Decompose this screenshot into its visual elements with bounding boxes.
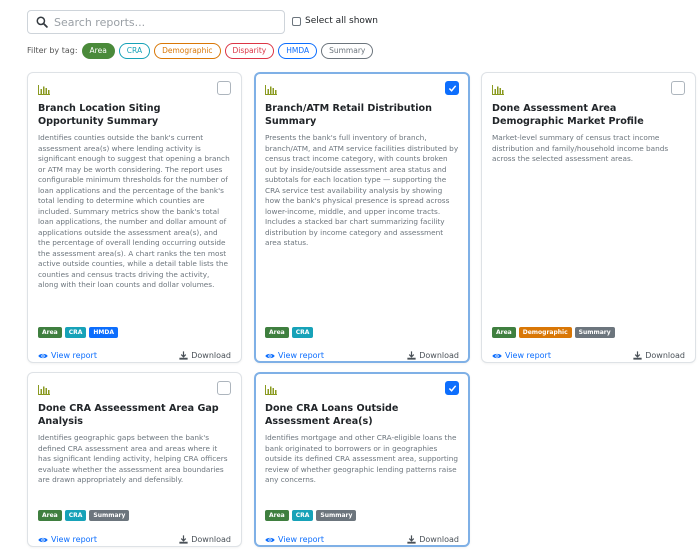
tag-badge: Area bbox=[38, 510, 62, 521]
view-report-link[interactable]: View report bbox=[265, 351, 324, 360]
report-card[interactable]: Branch/ATM Retail Distribution Summary P… bbox=[254, 72, 470, 363]
tag-badge: Summary bbox=[316, 510, 357, 521]
report-description: Identifies counties outside the bank's c… bbox=[38, 133, 230, 289]
tag-badge: CRA bbox=[64, 327, 87, 338]
search-icon bbox=[36, 16, 48, 28]
report-tags: Area Demographic Summary bbox=[492, 327, 618, 338]
bar-chart-icon bbox=[38, 85, 50, 95]
view-report-link[interactable]: View report bbox=[38, 535, 97, 544]
download-label: Download bbox=[419, 535, 459, 544]
download-link[interactable]: Download bbox=[179, 351, 231, 360]
report-title: Branch Location Siting Opportunity Summa… bbox=[38, 103, 161, 127]
search-box[interactable] bbox=[27, 10, 285, 34]
tag-badge: Area bbox=[265, 510, 289, 521]
tag-badge: Area bbox=[38, 327, 62, 338]
report-title: Done CRA Asseessment Area Gap Analysis bbox=[38, 403, 219, 427]
tag-badge: CRA bbox=[291, 510, 314, 521]
tag-badge: Demographic bbox=[518, 327, 572, 338]
bar-chart-icon bbox=[492, 85, 504, 95]
filter-tag-demographic[interactable]: Demographic bbox=[154, 42, 221, 59]
filter-tag-disparity[interactable]: Disparity bbox=[224, 42, 275, 59]
view-report-label: View report bbox=[278, 535, 324, 544]
report-tags: Area CRA bbox=[265, 327, 316, 338]
eye-icon bbox=[492, 353, 502, 358]
eye-icon bbox=[38, 353, 48, 358]
view-report-label: View report bbox=[505, 351, 551, 360]
bar-chart-icon bbox=[38, 385, 50, 395]
report-description: Market-level summary of census tract inc… bbox=[492, 133, 669, 163]
tag-badge: HMDA bbox=[89, 327, 119, 338]
select-all-toggle[interactable]: Select all shown bbox=[292, 16, 378, 26]
view-report-link[interactable]: View report bbox=[265, 535, 324, 544]
report-title: Done Assessment Area Demographic Market … bbox=[492, 103, 644, 127]
download-label: Download bbox=[419, 351, 459, 360]
report-actions: View report Download bbox=[265, 535, 459, 544]
filter-label: Filter by tag: bbox=[27, 46, 78, 55]
report-actions: View report Download bbox=[492, 351, 685, 360]
eye-icon bbox=[265, 537, 275, 542]
download-label: Download bbox=[645, 351, 685, 360]
report-title: Branch/ATM Retail Distribution Summary bbox=[265, 103, 432, 127]
view-report-label: View report bbox=[278, 351, 324, 360]
report-actions: View report Download bbox=[38, 535, 231, 544]
report-tags: Area CRA Summary bbox=[38, 510, 132, 521]
download-link[interactable]: Download bbox=[633, 351, 685, 360]
filter-tag-hmda[interactable]: HMDA bbox=[278, 42, 318, 59]
download-icon bbox=[407, 535, 416, 544]
report-card[interactable]: Done Assessment Area Demographic Market … bbox=[481, 72, 696, 363]
view-report-link[interactable]: View report bbox=[492, 351, 551, 360]
filter-tag-area[interactable]: Area bbox=[81, 42, 115, 59]
tag-filter-bar: Filter by tag: Area CRA Demographic Disp… bbox=[27, 42, 377, 59]
filter-tag-cra[interactable]: CRA bbox=[118, 42, 151, 59]
bar-chart-icon bbox=[265, 85, 277, 95]
report-actions: View report Download bbox=[38, 351, 231, 360]
tag-badge: Area bbox=[492, 327, 516, 338]
report-tags: Area CRA HMDA bbox=[38, 327, 121, 338]
report-description: Presents the bank's full inventory of br… bbox=[265, 133, 459, 247]
download-label: Download bbox=[191, 351, 231, 360]
download-icon bbox=[633, 351, 642, 360]
download-icon bbox=[179, 351, 188, 360]
eye-icon bbox=[38, 537, 48, 542]
report-card[interactable]: Branch Location Siting Opportunity Summa… bbox=[27, 72, 242, 363]
eye-icon bbox=[265, 353, 275, 358]
report-description: Identifies geographic gaps between the b… bbox=[38, 433, 228, 484]
report-tags: Area CRA Summary bbox=[265, 510, 359, 521]
tag-badge: CRA bbox=[64, 510, 87, 521]
report-actions: View report Download bbox=[265, 351, 459, 360]
tag-badge: Summary bbox=[574, 327, 615, 338]
report-title: Done CRA Loans Outside Assessment Area(s… bbox=[265, 403, 399, 427]
download-icon bbox=[179, 535, 188, 544]
select-all-label: Select all shown bbox=[305, 16, 378, 26]
select-all-checkbox[interactable] bbox=[292, 16, 301, 26]
download-label: Download bbox=[191, 535, 231, 544]
view-report-link[interactable]: View report bbox=[38, 351, 97, 360]
search-input[interactable] bbox=[54, 12, 274, 32]
download-icon bbox=[407, 351, 416, 360]
download-link[interactable]: Download bbox=[407, 535, 459, 544]
download-link[interactable]: Download bbox=[407, 351, 459, 360]
view-report-label: View report bbox=[51, 535, 97, 544]
report-description: Identifies mortgage and other CRA-eligib… bbox=[265, 433, 458, 484]
tag-badge: Summary bbox=[89, 510, 130, 521]
view-report-label: View report bbox=[51, 351, 97, 360]
report-card[interactable]: Done CRA Loans Outside Assessment Area(s… bbox=[254, 372, 470, 547]
bar-chart-icon bbox=[265, 385, 277, 395]
download-link[interactable]: Download bbox=[179, 535, 231, 544]
tag-badge: CRA bbox=[291, 327, 314, 338]
tag-badge: Area bbox=[265, 327, 289, 338]
filter-tag-summary[interactable]: Summary bbox=[321, 42, 374, 59]
report-card[interactable]: Done CRA Asseessment Area Gap Analysis I… bbox=[27, 372, 242, 547]
